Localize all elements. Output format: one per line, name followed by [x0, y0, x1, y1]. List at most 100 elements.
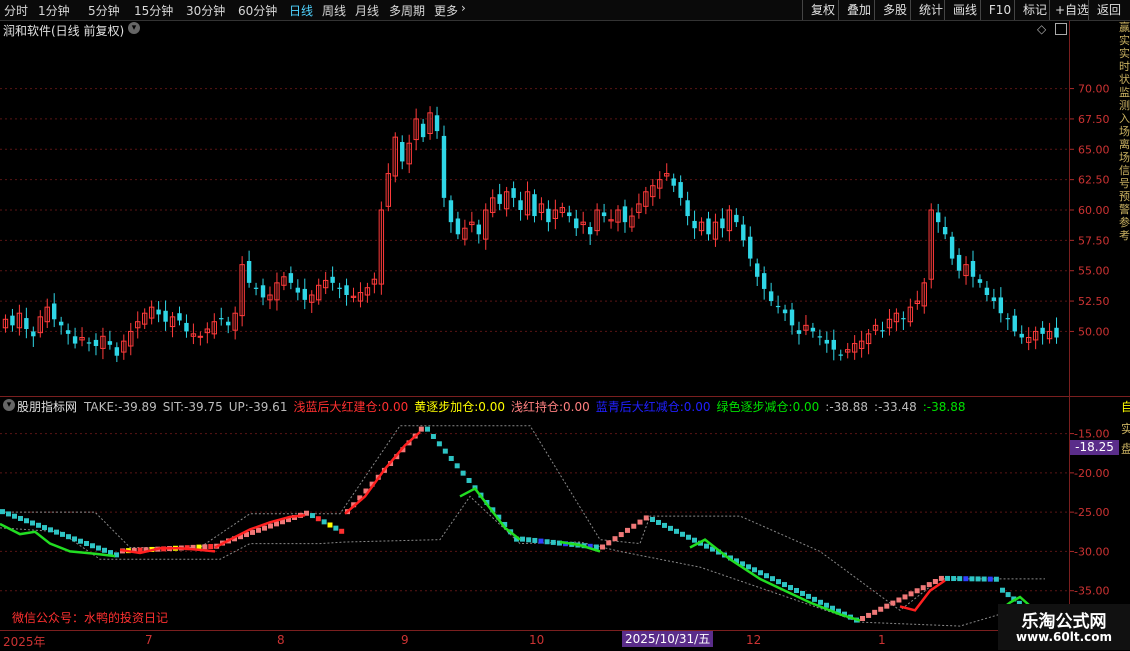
- step-block: [692, 537, 697, 543]
- step-block: [315, 516, 321, 522]
- candle-body: [601, 212, 607, 217]
- candle-body: [288, 273, 294, 283]
- indicator-grid: [0, 433, 1069, 592]
- candle-body: [10, 315, 15, 326]
- candle-body: [114, 347, 120, 356]
- candle-body: [949, 236, 955, 259]
- indicator-tick-label: -15.00: [1074, 428, 1109, 441]
- step-block: [963, 576, 969, 582]
- step-block: [520, 536, 525, 542]
- candle-body: [302, 288, 307, 300]
- step-block: [418, 426, 424, 432]
- step-block: [321, 519, 327, 525]
- candle-body: [295, 287, 301, 293]
- candle-body: [86, 342, 92, 344]
- watermark-title: 乐淘公式网: [1021, 612, 1107, 632]
- candle-body: [935, 212, 941, 223]
- candle-body: [1019, 333, 1024, 338]
- step-block: [48, 527, 53, 533]
- step-block: [262, 525, 267, 531]
- chevron-down-icon[interactable]: ▾: [3, 399, 15, 411]
- step-block: [662, 522, 667, 528]
- step-block: [256, 527, 261, 533]
- step-block: [84, 540, 89, 546]
- indicator-value: -39.61: [248, 400, 288, 414]
- step-block: [969, 576, 975, 582]
- step-block: [938, 575, 944, 581]
- step-block: [951, 576, 957, 582]
- chart-canvas: 70.00 67.50 65.00 62.50 60.00 57.50 55.00 52.50…: [0, 83, 1110, 627]
- candle-body: [24, 318, 29, 329]
- candle-body: [52, 303, 57, 320]
- step-block: [981, 576, 987, 582]
- step-block: [776, 579, 781, 585]
- candle-body: [984, 287, 990, 295]
- step-block: [686, 534, 691, 540]
- step-block: [704, 543, 709, 549]
- candle-body: [741, 224, 746, 241]
- candle-body: [720, 218, 725, 229]
- step-block: [656, 519, 661, 525]
- step-block: [758, 570, 763, 576]
- step-block: [60, 531, 65, 537]
- step-block: [448, 455, 454, 461]
- candle-body: [246, 261, 252, 283]
- indicator-value-label: 蓝青后大红减仓:: [595, 400, 684, 414]
- footer-note: 微信公众号：水鸭的投资日记: [12, 611, 169, 625]
- step-block: [250, 529, 255, 535]
- candle-body: [184, 322, 189, 332]
- candle-body: [622, 206, 628, 223]
- candle-body: [782, 309, 788, 314]
- step-block: [896, 597, 902, 603]
- step-block: [788, 585, 793, 591]
- candle-body: [497, 194, 502, 204]
- step-block: [764, 573, 769, 579]
- step-block: [920, 585, 926, 591]
- date-label: 2025年: [3, 635, 46, 649]
- candle-body: [197, 335, 204, 338]
- step-block: [96, 545, 101, 551]
- indicator-value-label: UP:: [228, 400, 249, 414]
- cursor-date-badge: 2025/10/31/五: [622, 631, 714, 647]
- indicator-value: -38.88: [926, 400, 966, 414]
- step-block: [202, 544, 208, 550]
- step-block: [454, 463, 460, 469]
- step-block: [102, 547, 107, 553]
- step-block: [24, 518, 29, 524]
- step-block: [268, 523, 273, 529]
- step-block: [72, 536, 77, 542]
- step-block: [600, 544, 605, 550]
- candle-body: [344, 285, 349, 295]
- candle-body: [901, 318, 906, 320]
- dotted-band-line: [0, 425, 1045, 611]
- panel-separator: [0, 396, 1130, 397]
- date-label: 7: [145, 633, 153, 647]
- indicator-tick-label: -20.00: [1074, 467, 1109, 480]
- candle-body: [93, 339, 99, 346]
- indicator-value-label: 浅蓝后大红建仓:: [293, 400, 382, 414]
- indicator-tick-label: -25.00: [1074, 506, 1109, 519]
- candle-body: [956, 254, 962, 271]
- step-block: [631, 523, 637, 529]
- candle-body: [455, 218, 461, 235]
- price-tick-label: 67.50: [1078, 113, 1110, 126]
- step-block: [425, 426, 430, 432]
- step-block: [436, 441, 442, 447]
- step-block: [932, 579, 938, 585]
- candle-body: [706, 218, 711, 235]
- step-block: [993, 576, 999, 582]
- candle-body: [748, 236, 753, 259]
- candle-body: [420, 123, 426, 138]
- step-block: [812, 596, 817, 602]
- candle-body: [1040, 327, 1045, 334]
- candle-body: [511, 188, 516, 198]
- step-block: [544, 539, 550, 545]
- indicator-lines: [0, 431, 1036, 622]
- candle-body: [107, 341, 113, 345]
- indicator-value: -38.88: [829, 400, 869, 414]
- step-block: [957, 576, 963, 582]
- step-block: [54, 529, 59, 535]
- candle-body: [156, 309, 161, 315]
- candle-body: [817, 336, 823, 338]
- candle-body: [163, 310, 168, 322]
